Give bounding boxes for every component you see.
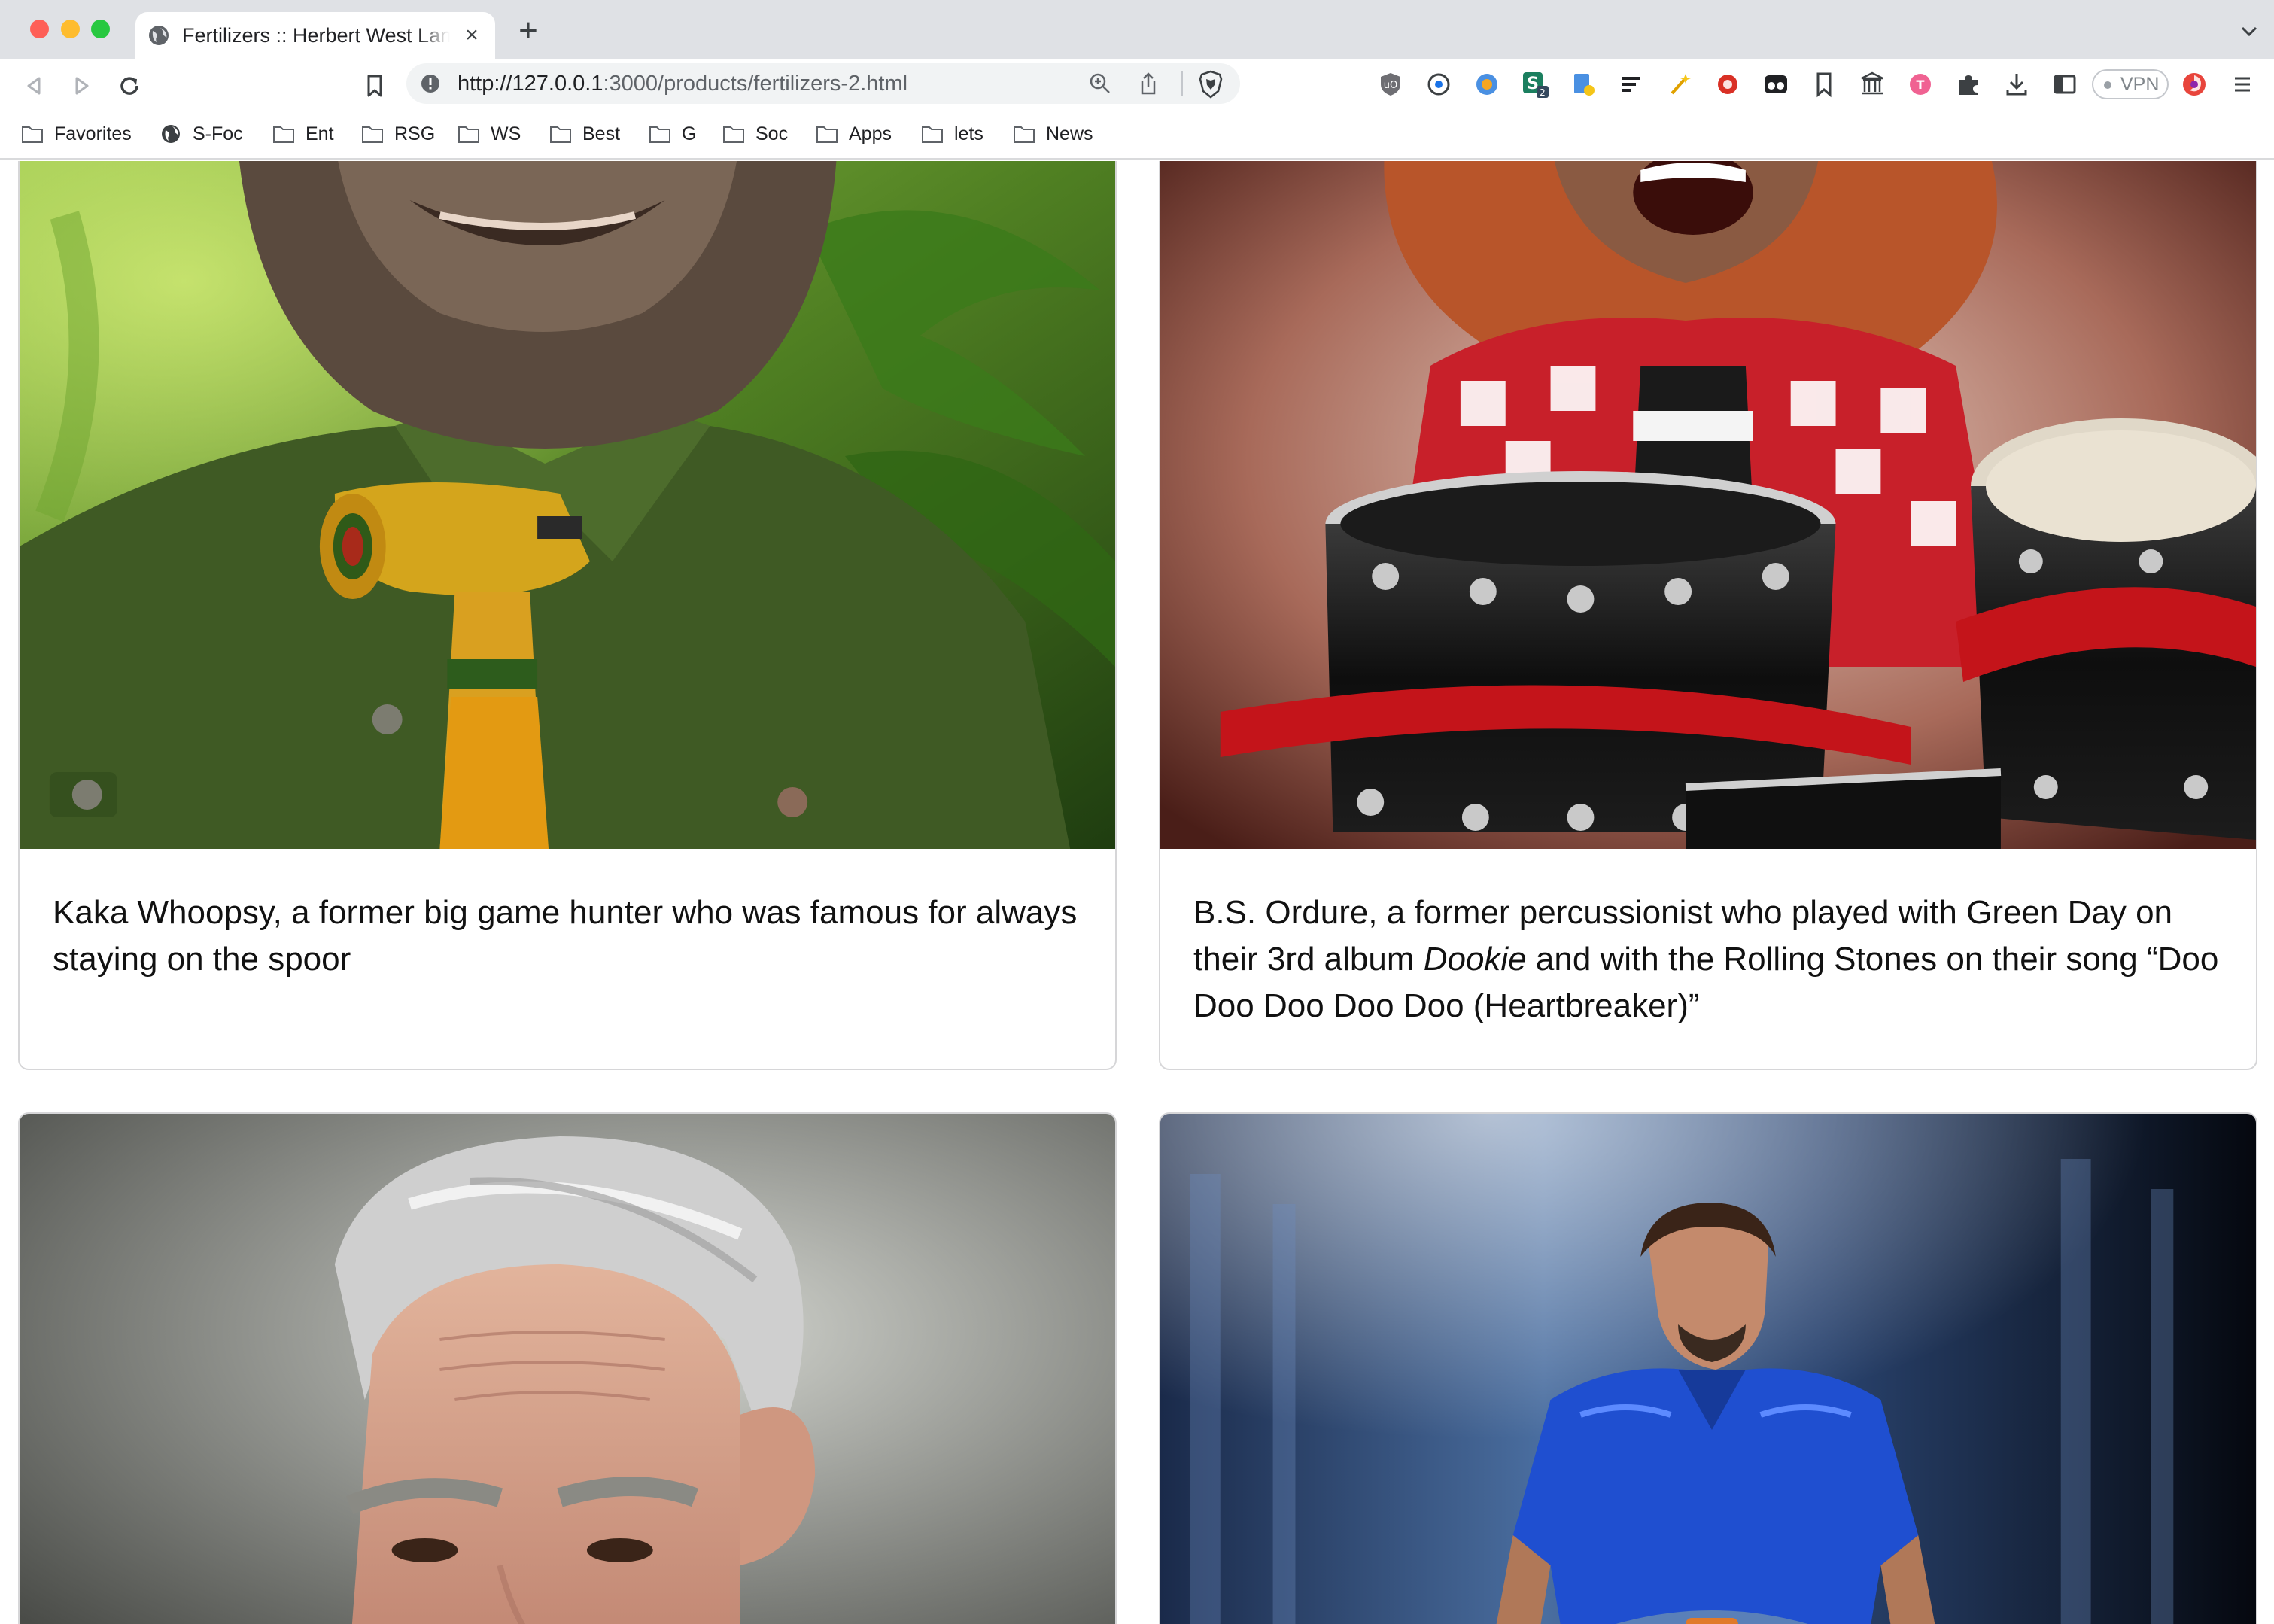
blue-shirt-rider-portrait — [1160, 1114, 2256, 1624]
bookmark-label: Soc — [755, 123, 789, 144]
page-viewport: Kaka Whoopsy, a former big game hunter w… — [0, 161, 2274, 1624]
site-info-icon[interactable] — [420, 73, 441, 94]
back-icon[interactable] — [20, 71, 50, 101]
bookmark-label: S-Foc — [193, 123, 243, 144]
profile-icon[interactable] — [2181, 71, 2208, 98]
reload-icon[interactable] — [114, 71, 144, 101]
puzzle-icon[interactable] — [1955, 71, 1982, 98]
vpn-label: VPN — [2120, 74, 2160, 95]
record-icon[interactable] — [1714, 71, 1741, 98]
folder-icon — [273, 126, 294, 143]
folder-icon — [1014, 126, 1035, 143]
extension-badge: 2 — [1540, 87, 1546, 98]
folder-icon — [550, 126, 571, 143]
bookmark-s-foc[interactable]: S-Foc — [160, 120, 243, 147]
zoom-window-button[interactable] — [91, 20, 110, 38]
list-icon[interactable] — [1618, 71, 1645, 98]
globe-icon — [149, 26, 169, 45]
archive-icon[interactable] — [1859, 71, 1886, 98]
bookmark-page-icon[interactable] — [360, 71, 390, 101]
folder-icon — [458, 126, 479, 143]
bookmark-soc[interactable]: Soc — [722, 120, 788, 147]
brave-shields-icon[interactable] — [1198, 70, 1224, 99]
share-icon[interactable] — [1136, 71, 1160, 96]
card-caption: Kaka Whoopsy, a former big game hunter w… — [53, 894, 1078, 978]
folder-icon — [649, 126, 670, 143]
svg-text:T: T — [1917, 78, 1925, 92]
bookmark-g[interactable]: G — [649, 120, 696, 147]
bookmark-label: Apps — [849, 123, 892, 144]
tab-title: Fertilizers :: Herbert West Landscaping — [182, 24, 450, 47]
svg-text:uO: uO — [1384, 80, 1397, 91]
folder-icon — [816, 126, 838, 143]
product-card[interactable] — [18, 1112, 1117, 1624]
url-text[interactable]: http://127.0.0.1:3000/products/fertilize… — [458, 71, 907, 96]
card-image-hunter — [20, 161, 1115, 849]
bookmark-news[interactable]: News — [1013, 120, 1093, 147]
bookmarks-bar: Favorites S-Foc Ent RSG WS Best G Soc Ap… — [0, 110, 2274, 160]
folder-icon — [22, 126, 43, 143]
minimize-window-button[interactable] — [61, 20, 80, 38]
download-icon[interactable] — [2003, 71, 2030, 98]
close-window-button[interactable] — [30, 20, 49, 38]
folder-icon — [723, 126, 744, 143]
folder-icon — [922, 126, 943, 143]
jungle-hunter-portrait — [20, 161, 1115, 849]
seo-icon[interactable]: S 2 — [1522, 71, 1549, 98]
bookmark-label: lets — [954, 123, 983, 144]
bird-icon[interactable] — [1473, 71, 1500, 98]
album-title: Dookie — [1423, 941, 1527, 978]
menu-icon[interactable] — [2229, 71, 2256, 98]
sidebar-icon[interactable] — [2051, 71, 2078, 98]
card-image-drummer — [1160, 161, 2256, 849]
bookmark-ent[interactable]: Ent — [272, 120, 334, 147]
gray-haired-man-portrait — [20, 1114, 1115, 1624]
address-bar[interactable]: http://127.0.0.1:3000/products/fertilize… — [406, 63, 1240, 104]
glasses-icon[interactable] — [1762, 71, 1789, 98]
separator — [1181, 71, 1183, 96]
url-host: http://127.0.0.1 — [458, 71, 603, 96]
folder-icon — [362, 126, 383, 143]
document-icon[interactable] — [1570, 71, 1597, 98]
vpn-button[interactable]: VPN — [2092, 69, 2169, 99]
bookmark-label: Ent — [306, 123, 334, 144]
password-icon[interactable] — [1425, 71, 1452, 98]
bookmark-best[interactable]: Best — [549, 120, 620, 147]
card-caption: B.S. Ordure, a former percussionist who … — [1193, 890, 2223, 1029]
forward-icon[interactable] — [66, 71, 96, 101]
bookmark-label: RSG — [394, 123, 436, 144]
zoom-icon[interactable] — [1088, 71, 1112, 96]
product-card[interactable] — [1159, 1112, 2257, 1624]
drummer-portrait — [1160, 161, 2256, 849]
bookmark-label: Best — [582, 123, 621, 144]
product-card[interactable]: B.S. Ordure, a former percussionist who … — [1159, 161, 2257, 1070]
product-card[interactable]: Kaka Whoopsy, a former big game hunter w… — [18, 161, 1117, 1070]
globe-icon — [162, 125, 180, 143]
close-tab-icon[interactable]: × — [459, 23, 485, 48]
new-tab-button[interactable]: + — [512, 14, 545, 48]
bookmark-label: WS — [491, 123, 521, 144]
ublock-icon[interactable]: uO — [1377, 71, 1404, 98]
bookmark-label: G — [682, 123, 697, 144]
bookmark-favorites[interactable]: Favorites — [21, 120, 132, 147]
tab-strip: Fertilizers :: Herbert West Landscaping … — [0, 0, 2274, 59]
bookmark-ws[interactable]: WS — [458, 120, 521, 147]
chevron-down-icon[interactable] — [2238, 20, 2260, 42]
bookmark-icon[interactable] — [1810, 71, 1838, 98]
bookmark-label: News — [1046, 123, 1093, 144]
active-tab[interactable]: Fertilizers :: Herbert West Landscaping … — [135, 12, 495, 59]
translate-icon[interactable]: T — [1907, 71, 1934, 98]
card-image-gray-man — [20, 1114, 1115, 1624]
url-path: :3000/products/fertilizers-2.html — [603, 71, 908, 96]
bookmark-label: Favorites — [54, 123, 132, 144]
bookmark-lets[interactable]: lets — [921, 120, 983, 147]
bookmark-rsg[interactable]: RSG — [361, 120, 435, 147]
wand-icon[interactable] — [1666, 71, 1693, 98]
card-image-rider — [1160, 1114, 2256, 1624]
bookmark-apps[interactable]: Apps — [816, 120, 892, 147]
